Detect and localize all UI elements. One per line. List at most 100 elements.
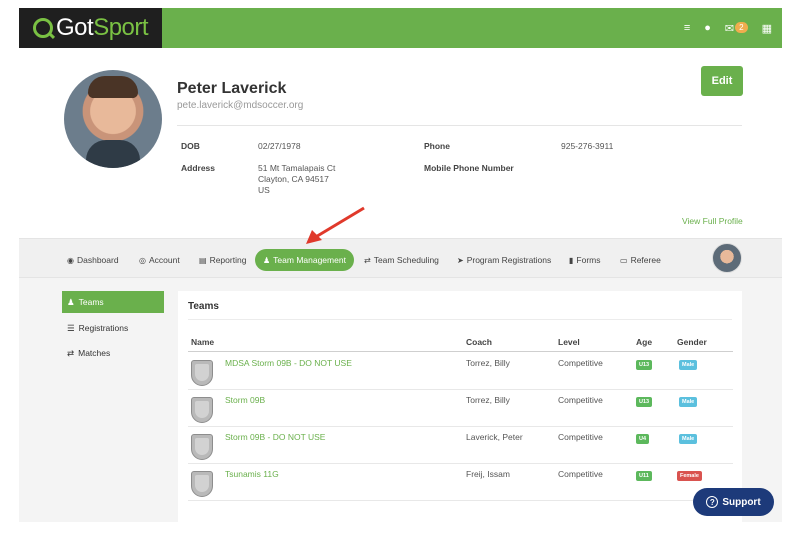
age-badge: U4 <box>636 434 650 444</box>
team-coach: Laverick, Peter <box>466 432 523 442</box>
team-name-link[interactable]: Storm 09B <box>225 395 265 405</box>
team-level: Competitive <box>558 469 603 479</box>
phone-label: Phone <box>424 141 450 151</box>
column-header-age[interactable]: Age <box>636 337 652 347</box>
nav-team-scheduling-label: Team Scheduling <box>373 255 439 265</box>
user-icon[interactable]: ● <box>704 22 711 34</box>
nav-forms-label: Forms <box>576 255 601 265</box>
address-line1: 51 Mt Tamalapais Ct <box>258 163 336 173</box>
reporting-icon: ▤ <box>199 255 207 265</box>
age-badge: U11 <box>636 471 652 481</box>
team-logo-shield-icon <box>191 397 213 423</box>
sidebar-item-label: Registrations <box>78 323 129 333</box>
gender-badge: Male <box>679 397 698 407</box>
team-icon: ♟ <box>263 255 271 265</box>
divider <box>177 125 742 126</box>
sidebar-item-label: Matches <box>78 348 111 358</box>
column-header-level[interactable]: Level <box>558 337 580 347</box>
sidebar-item-registrations[interactable]: ☰ Registrations <box>62 317 164 339</box>
swap-icon: ⇄ <box>364 255 371 265</box>
address-line3: US <box>258 185 270 195</box>
table-row[interactable]: Tsunamis 11G Freij, Issam Competitive U1… <box>188 464 733 501</box>
team-level: Competitive <box>558 432 603 442</box>
gender-badge: Female <box>677 471 702 481</box>
profile-panel: Peter Laverick pete.laverick@mdsoccer.or… <box>19 48 782 238</box>
top-icons: ≡ ● ✉ 2 ▦ <box>684 8 772 48</box>
logo-text-prefix: Got <box>56 14 94 41</box>
support-button[interactable]: ? Support <box>693 488 774 516</box>
team-name-link[interactable]: Tsunamis 11G <box>225 469 279 479</box>
column-header-gender[interactable]: Gender <box>677 337 707 347</box>
send-icon: ➤ <box>457 255 464 265</box>
age-badge: U13 <box>636 360 653 370</box>
nav-team-scheduling[interactable]: ⇄ Team Scheduling <box>364 249 439 271</box>
teams-card: Teams Name Coach Level Age Gender MDSA S… <box>178 291 742 522</box>
nav-referee-label: Referee <box>630 255 661 265</box>
gender-badge: Male <box>679 360 698 370</box>
calendar-icon: ▭ <box>620 255 628 265</box>
address-line2: Clayton, CA 94517 <box>258 174 329 184</box>
table-row[interactable]: MDSA Storm 09B - DO NOT USE Torrez, Bill… <box>188 353 733 390</box>
logo-text-suffix: Sport <box>93 14 149 41</box>
team-level: Competitive <box>558 358 603 368</box>
nav-program-registrations[interactable]: ➤ Program Registrations <box>457 249 551 271</box>
annotation-arrow-icon <box>306 206 365 244</box>
nav-referee[interactable]: ▭ Referee <box>620 249 661 271</box>
swap-icon: ⇄ <box>67 347 75 358</box>
team-level: Competitive <box>558 395 603 405</box>
account-icon: ◎ <box>139 255 146 265</box>
nav-reporting[interactable]: ▤ Reporting <box>199 249 246 271</box>
edit-button[interactable]: Edit <box>701 66 743 96</box>
nav-team-management[interactable]: ♟ Team Management <box>255 249 354 271</box>
nav-forms[interactable]: ▮ Forms <box>569 249 601 271</box>
team-coach: Torrez, Billy <box>466 395 510 405</box>
profile-name: Peter Laverick <box>177 80 287 97</box>
team-logo-shield-icon <box>191 360 213 386</box>
column-header-name[interactable]: Name <box>191 337 214 347</box>
team-name-link[interactable]: Storm 09B - DO NOT USE <box>225 432 325 442</box>
sidebar-item-teams[interactable]: ♟ Teams <box>62 291 164 313</box>
mobile-phone-label: Mobile Phone Number <box>424 163 514 173</box>
address-value: 51 Mt Tamalapais Ct Clayton, CA 94517 US <box>258 163 335 196</box>
top-bar: GotSport ≡ ● ✉ 2 ▦ <box>19 8 782 48</box>
nav-reporting-label: Reporting <box>209 255 247 265</box>
team-logo-shield-icon <box>191 471 213 497</box>
view-full-profile-link[interactable]: View Full Profile <box>682 216 743 226</box>
nav-account-label: Account <box>148 255 180 265</box>
card-title: Teams <box>188 301 219 312</box>
team-icon: ♟ <box>67 296 75 307</box>
nav-program-registrations-label: Program Registrations <box>466 255 552 265</box>
profile-email: pete.laverick@mdsoccer.org <box>177 100 304 111</box>
team-coach: Freij, Issam <box>466 469 510 479</box>
team-name-link[interactable]: MDSA Storm 09B - DO NOT USE <box>225 358 352 368</box>
dob-value: 02/27/1978 <box>258 141 301 151</box>
nav-team-management-label: Team Management <box>273 255 346 265</box>
divider <box>188 319 732 320</box>
file-icon: ▮ <box>569 255 574 265</box>
phone-value: 925-276-3911 <box>561 141 614 151</box>
sidebar-item-matches[interactable]: ⇄ Matches <box>62 342 164 364</box>
user-avatar[interactable] <box>712 243 742 273</box>
address-label: Address <box>181 163 216 173</box>
gotsport-logo[interactable]: GotSport <box>19 8 162 48</box>
nav-dashboard[interactable]: ◉ Dashboard <box>67 249 119 271</box>
table-row[interactable]: Storm 09B - DO NOT USE Laverick, Peter C… <box>188 427 733 464</box>
dashboard-icon: ◉ <box>67 255 74 265</box>
grid-icon[interactable]: ▦ <box>762 22 772 35</box>
nav-account[interactable]: ◎ Account <box>139 249 180 271</box>
main-nav: ◉ Dashboard ◎ Account ▤ Reporting ♟ Team… <box>19 238 782 278</box>
column-header-coach[interactable]: Coach <box>466 337 492 347</box>
table-header-divider <box>188 351 733 352</box>
age-badge: U13 <box>636 397 653 407</box>
gender-badge: Male <box>679 434 698 444</box>
team-coach: Torrez, Billy <box>466 358 510 368</box>
avatar <box>64 70 162 168</box>
list-icon: ☰ <box>67 322 75 333</box>
table-row[interactable]: Storm 09B Torrez, Billy Competitive U13 … <box>188 390 733 427</box>
logo-icon <box>33 18 53 38</box>
support-label: Support <box>722 496 761 508</box>
help-icon: ? <box>706 496 719 508</box>
list-icon[interactable]: ≡ <box>684 22 690 34</box>
dob-label: DOB <box>181 141 200 151</box>
mail-icon[interactable]: ✉ 2 <box>725 21 748 35</box>
